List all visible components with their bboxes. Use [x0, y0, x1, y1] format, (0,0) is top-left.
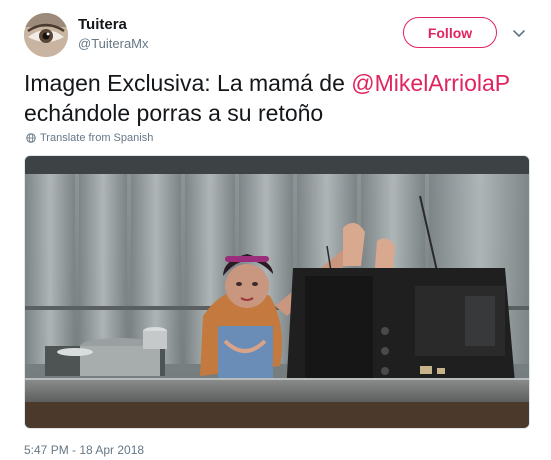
tweet-text-suffix: echándole porras a su retoño: [24, 100, 324, 126]
tweet-photo[interactable]: [24, 155, 530, 429]
translate-label: Translate from Spanish: [40, 132, 154, 144]
tweet-timestamp[interactable]: 5:47 PM - 18 Apr 2018: [24, 443, 144, 457]
avatar[interactable]: [24, 13, 68, 57]
display-name[interactable]: Tuitera: [78, 16, 127, 33]
globe-icon: [26, 133, 36, 143]
photo-kitchen-scene: [25, 156, 529, 428]
tweet-text: Imagen Exclusiva: La mamá de @MikelArrio…: [24, 68, 534, 128]
avatar-eye-photo-icon: [24, 13, 68, 57]
chevron-down-icon[interactable]: [512, 26, 526, 40]
tweet-text-prefix: Imagen Exclusiva: La mamá de: [24, 70, 352, 96]
user-handle[interactable]: @TuiteraMx: [78, 36, 149, 51]
follow-button[interactable]: Follow: [403, 17, 497, 48]
translate-link[interactable]: Translate from Spanish: [26, 132, 153, 144]
mention-link[interactable]: @MikelArriolaP: [351, 70, 509, 96]
